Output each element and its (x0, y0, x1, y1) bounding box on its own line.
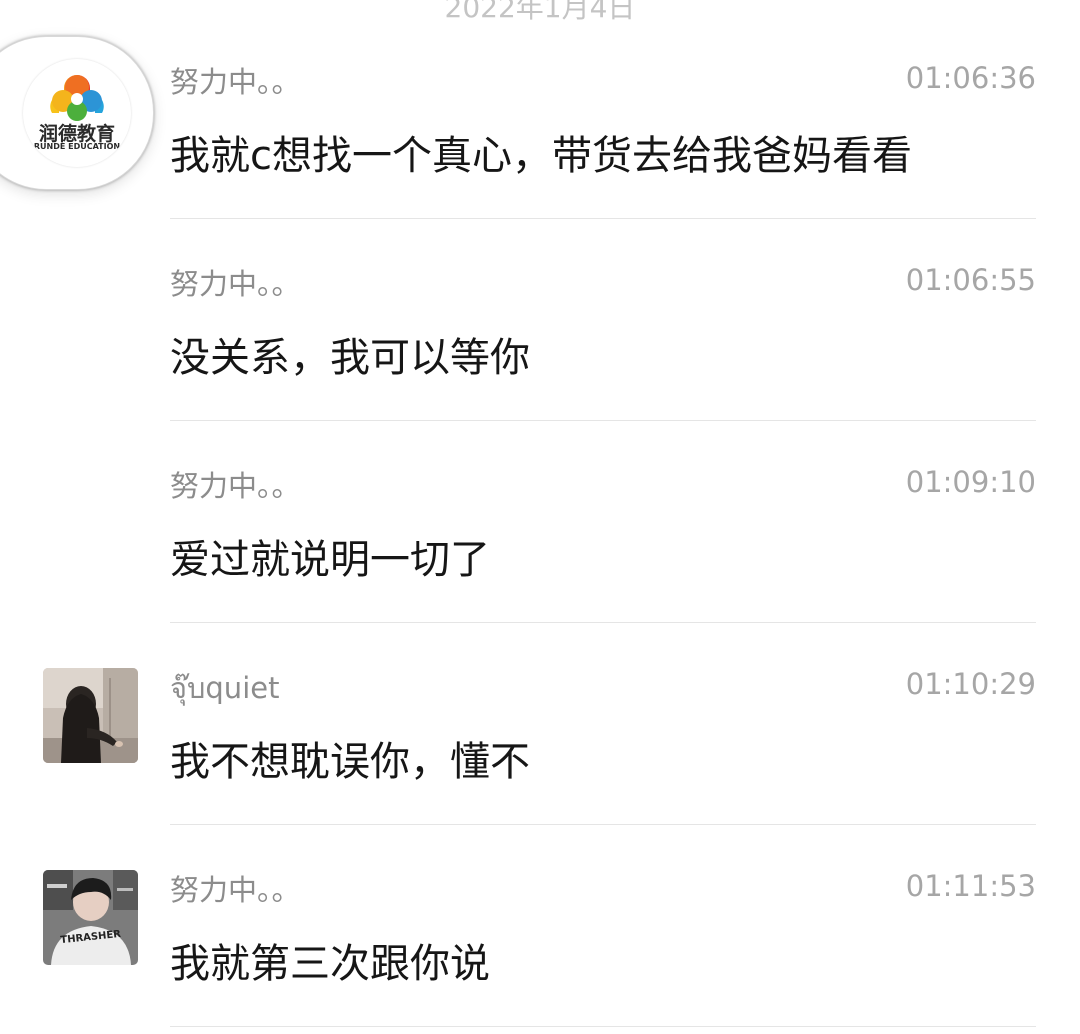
message-item[interactable]: 努力中。。 01:06:55 没关系，我可以等你 (0, 219, 1080, 421)
message-text[interactable]: 我不想耽误你，懂不 (170, 729, 530, 787)
boy-photo-icon: THRASHER (43, 870, 138, 965)
message-text[interactable]: 我就c想找一个真心，带货去给我爸妈看看 (170, 123, 912, 181)
message-item[interactable]: THRASHER 努力中。。 01:11:53 我就第三次跟你说 (0, 825, 1080, 1027)
message-item[interactable]: 努力中。。 01:09:10 爱过就说明一切了 (0, 421, 1080, 623)
message-text[interactable]: 没关系，我可以等你 (170, 325, 530, 383)
floating-logo-button[interactable]: 润德教育 RUNDE EDUCATION (0, 36, 154, 190)
message-time: 01:06:55 (905, 263, 1036, 297)
message-time: 01:06:36 (905, 61, 1036, 95)
sender-name[interactable]: จุ๊บquiet (170, 665, 279, 711)
sender-name[interactable]: 努力中。。 (170, 59, 301, 101)
message-text[interactable]: 爱过就说明一切了 (170, 527, 490, 585)
message-time: 01:11:53 (905, 869, 1036, 903)
sender-name[interactable]: 努力中。。 (170, 867, 301, 909)
message-text[interactable]: 我就第三次跟你说 (170, 931, 490, 989)
girl-photo-icon (43, 668, 138, 763)
sender-name[interactable]: 努力中。。 (170, 463, 301, 505)
message-time: 01:10:29 (905, 667, 1036, 701)
message-list: 努力中。。 01:06:36 我就c想找一个真心，带货去给我爸妈看看 努力中。。… (0, 17, 1080, 1027)
divider (170, 1026, 1036, 1027)
runde-logo: 润德教育 RUNDE EDUCATION (23, 59, 131, 167)
message-time: 01:09:10 (905, 465, 1036, 499)
logo-name-en: RUNDE EDUCATION (33, 142, 121, 151)
message-item[interactable]: 努力中。。 01:06:36 我就c想找一个真心，带货去给我爸妈看看 (0, 17, 1080, 219)
sender-name[interactable]: 努力中。。 (170, 261, 301, 303)
avatar[interactable]: THRASHER (43, 870, 138, 965)
avatar[interactable] (43, 668, 138, 763)
message-item[interactable]: จุ๊บquiet 01:10:29 我不想耽误你，懂不 (0, 623, 1080, 825)
